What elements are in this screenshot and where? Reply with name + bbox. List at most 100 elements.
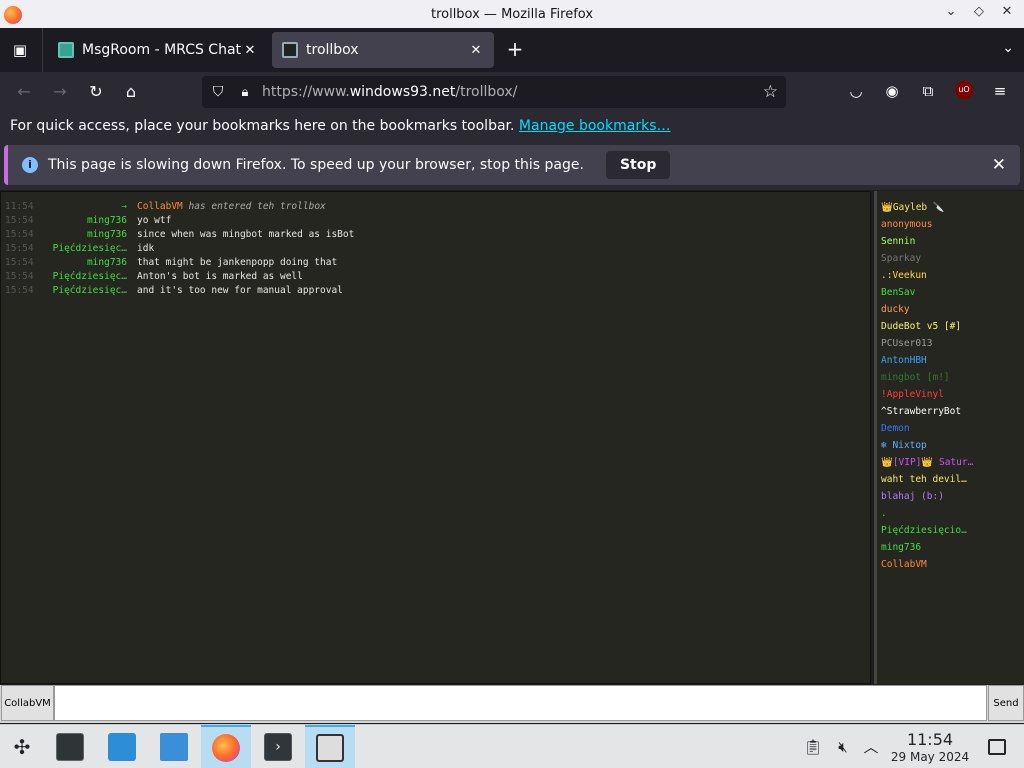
user-list-item[interactable]: 👑[VIP]👑 Satur… — [881, 454, 1021, 471]
chat-input-bar: CollabVM Send — [0, 685, 1024, 723]
user-list-item[interactable]: . — [881, 505, 1021, 522]
reload-icon[interactable]: ↻ — [85, 81, 107, 103]
user-list-item[interactable]: PCUser013 — [881, 335, 1021, 352]
message-time: 15:54 — [5, 257, 34, 268]
message-text: yo wtf — [137, 215, 172, 226]
message-nick[interactable]: ming736 — [45, 256, 127, 270]
task-system-settings[interactable] — [45, 725, 95, 768]
close-window-icon[interactable]: ✕ — [1000, 4, 1014, 19]
user-list-item[interactable]: Sennin — [881, 233, 1021, 250]
user-list-item[interactable]: Pięćdziesięcio… — [881, 522, 1021, 539]
tab-strip: ▣ MsgRoom - MRCS Chat ✕ trollbox ✕ + ⌄ — [0, 28, 1024, 72]
user-list-item[interactable]: .:Veekun — [881, 267, 1021, 284]
user-list-item[interactable]: 👑Gayleb 🔪 — [881, 199, 1021, 216]
user-list-item[interactable]: ducky — [881, 301, 1021, 318]
task-collabvm[interactable] — [305, 725, 355, 768]
user-list[interactable]: 👑Gayleb 🔪 anonymous Sennin Sparkay .:Veekun B… — [874, 191, 1024, 684]
stop-button[interactable]: Stop — [605, 151, 671, 179]
back-arrow-icon[interactable]: ← — [13, 81, 35, 103]
tab-label: trollbox — [306, 42, 359, 58]
tray-expand-chevron-icon[interactable]: ︿ — [861, 737, 881, 757]
message-nick[interactable]: Pięćdziesięc… — [45, 270, 127, 284]
message-nick[interactable]: → — [45, 200, 127, 214]
message-text: that might be jankenpopp doing that — [137, 257, 338, 268]
clock[interactable]: 11:54 29 May 2024 — [884, 731, 976, 765]
task-discover[interactable] — [97, 725, 147, 768]
close-tab-icon[interactable]: ✕ — [242, 43, 258, 58]
navigation-toolbar: ← → ↻ ⌂ ⛉ 🔒︎ https://www.windows93.net/t… — [0, 72, 1024, 112]
new-tab-plus-icon[interactable]: + — [504, 38, 526, 62]
virtual-machine-icon — [316, 734, 344, 762]
manage-bookmarks-link[interactable]: Manage bookmarks… — [519, 118, 671, 134]
user-list-item[interactable]: Demon — [881, 420, 1021, 437]
user-list-item[interactable]: ❄ Nixtop — [881, 437, 1021, 454]
task-file-manager[interactable] — [149, 725, 199, 768]
message-nick[interactable]: Pięćdziesięc… — [45, 284, 127, 298]
discover-store-icon — [108, 733, 136, 761]
user-list-item[interactable]: Sparkay — [881, 250, 1021, 267]
chat-log[interactable]: 11:54 → CollabVM has entered teh trollbox 1… — [0, 191, 871, 684]
user-list-item[interactable]: CollabVM — [881, 556, 1021, 573]
system-message-text: has entered teh trollbox — [182, 201, 326, 212]
nickname-button[interactable]: CollabVM — [1, 685, 54, 721]
account-icon[interactable]: ◉ — [882, 81, 902, 101]
user-list-item[interactable]: anonymous — [881, 216, 1021, 233]
trollbox-favicon-icon — [282, 42, 298, 58]
message-text: Anton's bot is marked as well — [137, 271, 303, 282]
chat-message: 15:54 ming736 that might be jankenpopp doi… — [1, 256, 870, 270]
forward-arrow-icon[interactable]: → — [49, 81, 71, 103]
tab-msgroom[interactable]: MsgRoom - MRCS Chat ✕ — [48, 32, 268, 68]
user-list-item[interactable]: DudeBot v5 [#] — [881, 318, 1021, 335]
user-list-item[interactable]: waht teh devil… — [881, 471, 1021, 488]
close-tab-icon[interactable]: ✕ — [468, 43, 484, 58]
application-launcher-icon[interactable]: ✣ — [8, 733, 36, 761]
message-nick[interactable]: Pięćdziesięc… — [45, 242, 127, 256]
message-time: 15:54 — [5, 271, 34, 282]
user-list-item[interactable]: BenSav — [881, 284, 1021, 301]
volume-muted-icon[interactable]: 🔇︎ — [833, 737, 853, 757]
bookmarks-hint-text: For quick access, place your bookmarks h… — [10, 118, 515, 134]
msgroom-favicon-icon — [58, 42, 74, 58]
tab-label: MsgRoom - MRCS Chat — [82, 42, 242, 58]
system-message-user: CollabVM — [137, 201, 183, 212]
folder-icon — [160, 733, 188, 761]
menu-hamburger-icon[interactable]: ≡ — [990, 81, 1010, 101]
url-bar[interactable]: ⛉ 🔒︎ https://www.windows93.net/trollbox/… — [202, 76, 786, 108]
chat-message: 15:54 ming736 yo wtf — [1, 214, 870, 228]
chat-message: 15:54 ming736 since when was mingbot marke… — [1, 228, 870, 242]
tab-trollbox[interactable]: trollbox ✕ — [272, 32, 494, 68]
kde-taskbar: ✣ › 📋︎ 🔇︎ ︿ 11:54 29 May 2024 — [0, 724, 1024, 768]
tab-separator — [42, 28, 43, 72]
show-desktop-icon[interactable] — [988, 739, 1006, 755]
message-nick[interactable]: ming736 — [45, 228, 127, 242]
user-list-item[interactable]: ^StrawberryBot — [881, 403, 1021, 420]
chat-message-input[interactable] — [54, 685, 987, 721]
user-list-item[interactable]: blahaj (b:) — [881, 488, 1021, 505]
lock-icon[interactable]: 🔒︎ — [238, 85, 252, 100]
ublock-origin-icon[interactable]: uO — [955, 81, 973, 99]
task-firefox[interactable] — [201, 725, 251, 768]
extensions-puzzle-icon[interactable]: ⧉ — [918, 81, 938, 101]
list-all-tabs-chevron-icon[interactable]: ⌄ — [1002, 40, 1014, 56]
minimize-icon[interactable]: ⌄ — [944, 4, 958, 19]
pocket-icon[interactable]: ◡ — [846, 81, 866, 101]
chat-message: 15:54 Pięćdziesięc… and it's too new for m… — [1, 284, 870, 298]
user-list-item[interactable]: ming736 — [881, 539, 1021, 556]
user-list-item[interactable]: !AppleVinyl — [881, 386, 1021, 403]
url-text[interactable]: https://www.windows93.net/trollbox/ — [262, 84, 517, 100]
tracking-protection-shield-icon[interactable]: ⛉ — [210, 84, 226, 100]
message-time: 15:54 — [5, 229, 34, 240]
task-terminal[interactable]: › — [253, 725, 303, 768]
user-list-item[interactable]: AntonHBH — [881, 352, 1021, 369]
home-icon[interactable]: ⌂ — [120, 81, 142, 103]
window-titlebar: trollbox — Mozilla Firefox ⌄ ◇ ✕ — [0, 0, 1024, 28]
close-notification-icon[interactable]: ✕ — [992, 155, 1006, 175]
firefox-view-icon[interactable]: ▣ — [8, 38, 32, 62]
send-button[interactable]: Send — [988, 685, 1024, 721]
maximize-icon[interactable]: ◇ — [972, 4, 986, 19]
bookmark-star-icon[interactable]: ☆ — [763, 82, 778, 102]
user-list-item[interactable]: mingbot [m!] — [881, 369, 1021, 386]
message-nick[interactable]: ming736 — [45, 214, 127, 228]
settings-icon — [56, 733, 84, 761]
clipboard-icon[interactable]: 📋︎ — [803, 737, 823, 757]
